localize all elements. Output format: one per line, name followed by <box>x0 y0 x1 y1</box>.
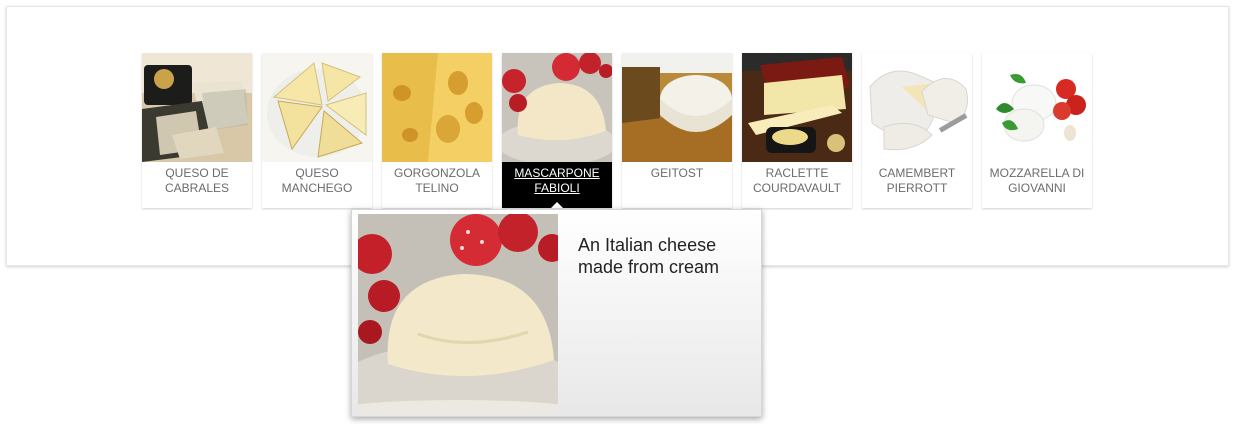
camembert-pierrott-image <box>862 53 972 162</box>
tile-caption: RACLETTE COURDAVAULT <box>752 166 841 195</box>
tooltip-mascarpone-image <box>358 214 558 414</box>
tile-mozzarella-di-giovanni[interactable]: MOZZARELLA DI GIOVANNI <box>982 53 1092 208</box>
geitost-image <box>622 53 732 162</box>
tile-raclette-courdavault[interactable]: RACLETTE COURDAVAULT <box>742 53 852 208</box>
queso-manchego-image <box>262 53 372 162</box>
tile-geitost[interactable]: GEITOST <box>622 53 732 208</box>
tile-caption: MASCARPONE FABIOLI <box>502 162 612 208</box>
raclette-courdavault-image <box>742 53 852 162</box>
tooltip-description: An Italian cheese made from cream <box>578 235 720 277</box>
tile-caption: QUESO DE CABRALES <box>164 166 230 195</box>
tile-caption: MOZZARELLA DI GIOVANNI <box>989 166 1085 195</box>
tile-camembert-pierrott[interactable]: CAMEMBERT PIERROTT <box>862 53 972 208</box>
cheese-tile-list: QUESO DE CABRALES QUESO MANCHEGO GORGONZ… <box>142 53 1092 208</box>
tile-gorgonzola-telino[interactable]: GORGONZOLA TELINO <box>382 53 492 208</box>
gorgonzola-telino-image <box>382 53 492 162</box>
tile-caption: GORGONZOLA TELINO <box>393 166 480 195</box>
mozzarella-di-giovanni-image <box>982 53 1092 162</box>
tile-caption: CAMEMBERT PIERROTT <box>878 166 956 195</box>
queso-de-cabrales-image <box>142 53 252 162</box>
cheese-tooltip: An Italian cheese made from cream <box>351 209 762 417</box>
tile-caption: GEITOST <box>650 166 704 180</box>
tile-queso-de-cabrales[interactable]: QUESO DE CABRALES <box>142 53 252 208</box>
tile-queso-manchego[interactable]: QUESO MANCHEGO <box>262 53 372 208</box>
mascarpone-fabioli-image <box>502 53 612 162</box>
tile-caption: QUESO MANCHEGO <box>281 166 353 195</box>
tile-mascarpone-fabioli[interactable]: MASCARPONE FABIOLI <box>502 53 612 208</box>
